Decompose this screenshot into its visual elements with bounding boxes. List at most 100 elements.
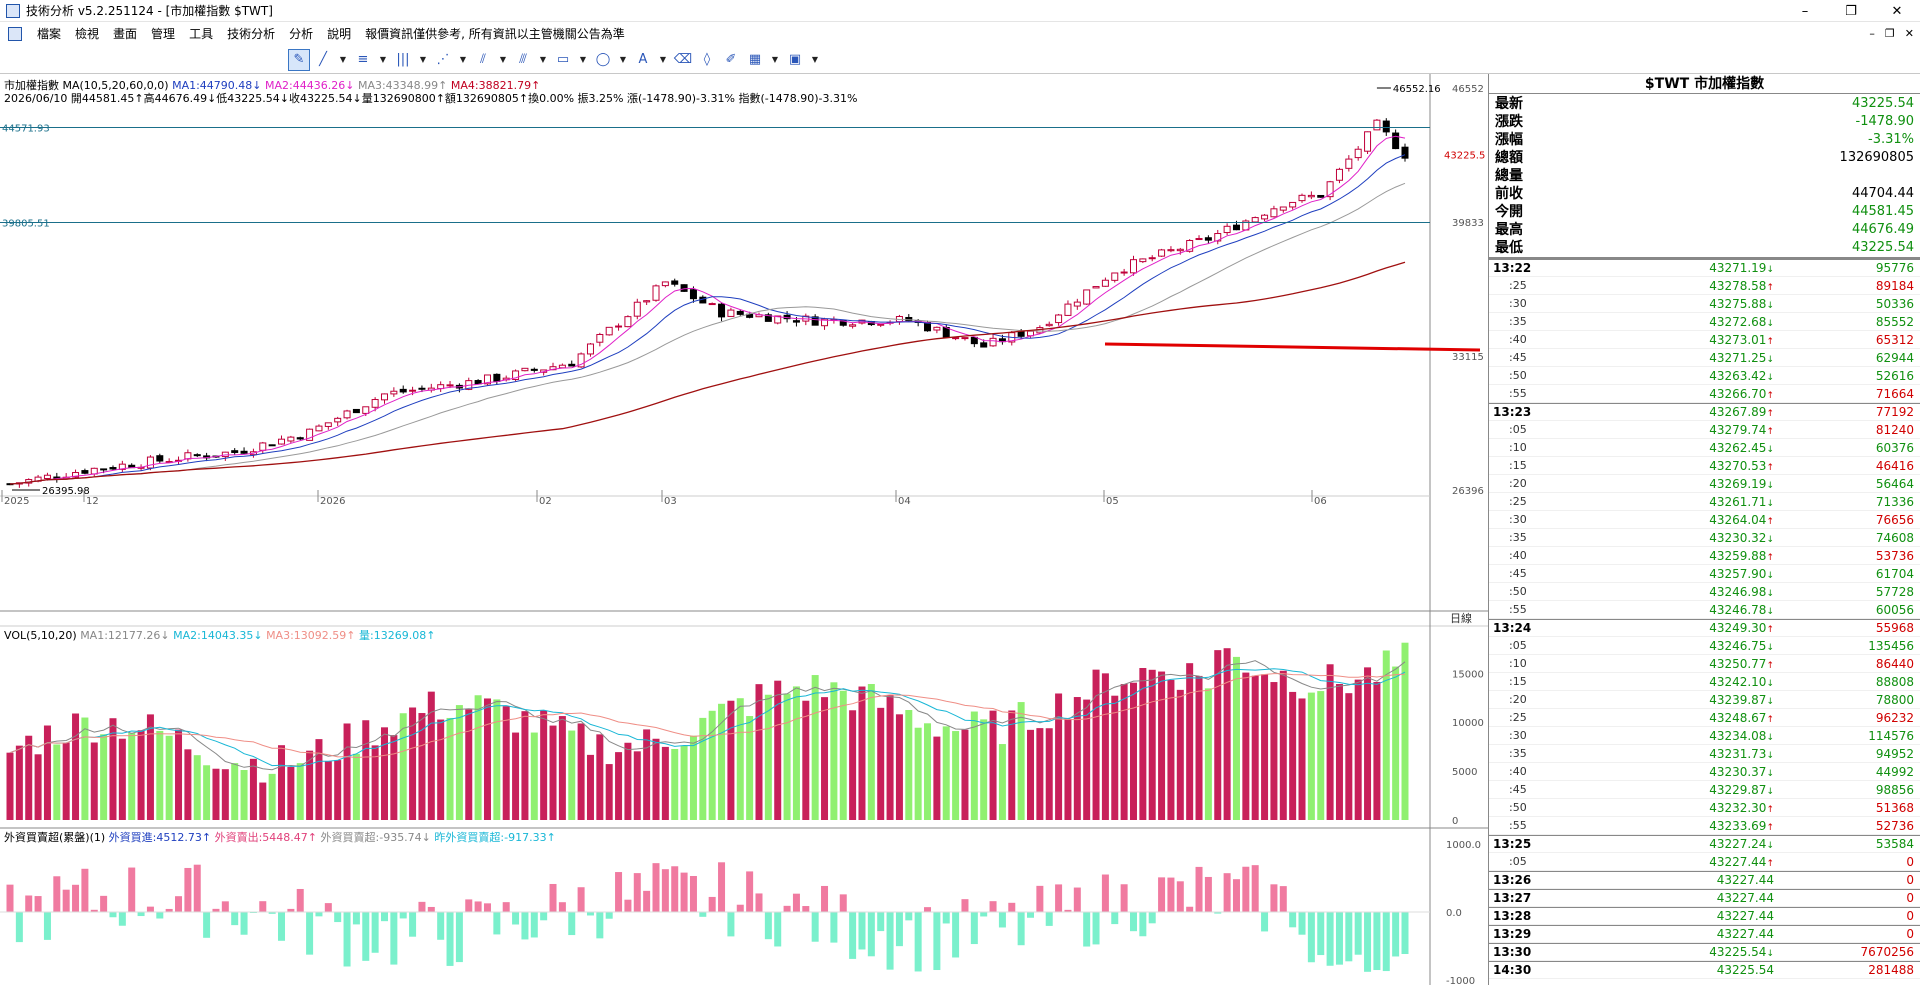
tick-row[interactable]: :50 43263.42↓ 52616 <box>1489 367 1920 385</box>
foreign-bar <box>409 912 417 937</box>
tick-row[interactable]: 13:22 43271.19↓ 95776 <box>1489 259 1920 277</box>
tick-time: :05 <box>1509 639 1527 652</box>
save-icon[interactable]: ▣ <box>784 49 806 71</box>
tick-row[interactable]: :50 43246.98↓ 57728 <box>1489 583 1920 601</box>
tick-row[interactable]: :05 43279.74↑ 81240 <box>1489 421 1920 439</box>
tick-row[interactable]: :45 43229.87↓ 98856 <box>1489 781 1920 799</box>
foreign-bar <box>1242 866 1250 912</box>
menu-tools[interactable]: 工具 <box>182 22 220 46</box>
foreign-bar <box>137 912 145 917</box>
tick-arrow: ↓ <box>1766 786 1774 797</box>
tick-row[interactable]: :30 43264.04↑ 76656 <box>1489 511 1920 529</box>
channel-icon[interactable]: ⫽ <box>472 49 494 71</box>
tick-row[interactable]: 13:24 43249.30↑ 55968 <box>1489 619 1920 637</box>
volume-bar <box>680 745 688 820</box>
rect-dropdown-icon[interactable]: ▼ <box>576 49 590 71</box>
menu-help[interactable]: 說明 <box>320 22 358 46</box>
tick-row[interactable]: :20 43269.19↓ 56464 <box>1489 475 1920 493</box>
mdi-close-button[interactable]: ✕ <box>1905 22 1914 46</box>
mdi-restore-button[interactable]: ❐ <box>1885 22 1895 46</box>
mdi-icon[interactable] <box>8 27 22 41</box>
mdi-minimize-button[interactable]: – <box>1869 22 1875 46</box>
line-dropdown-icon[interactable]: ▼ <box>336 49 350 71</box>
foreign-bar <box>746 871 754 912</box>
chart-area[interactable]: 44571.93 39805.51 46552 39833 33115 26396 4322… <box>0 74 1488 987</box>
maximize-button[interactable]: ❐ <box>1828 0 1874 22</box>
tick-row[interactable]: :30 43234.08↓ 114576 <box>1489 727 1920 745</box>
color-dropdown-icon[interactable]: ▼ <box>768 49 782 71</box>
tick-row[interactable]: :35 43272.68↓ 85552 <box>1489 313 1920 331</box>
color-palette-icon[interactable]: ▦ <box>744 49 766 71</box>
tick-row[interactable]: :40 43230.37↓ 44992 <box>1489 763 1920 781</box>
tick-row[interactable]: :50 43232.30↑ 51368 <box>1489 799 1920 817</box>
tick-time: :45 <box>1509 567 1527 580</box>
close-button[interactable]: ✕ <box>1874 0 1920 22</box>
rectangle-icon[interactable]: ▭ <box>552 49 574 71</box>
text-dropdown-icon[interactable]: ▼ <box>656 49 670 71</box>
tick-row[interactable]: :55 43233.69↑ 52736 <box>1489 817 1920 835</box>
tick-row[interactable]: :20 43239.87↓ 78800 <box>1489 691 1920 709</box>
tick-row[interactable]: 13:26 43227.44 0 <box>1489 871 1920 889</box>
candle-body <box>952 337 960 340</box>
tick-row[interactable]: 13:25 43227.24↓ 53584 <box>1489 835 1920 853</box>
tick-row[interactable]: :10 43262.45↓ 60376 <box>1489 439 1920 457</box>
tick-row[interactable]: :45 43257.90↓ 61704 <box>1489 565 1920 583</box>
volume-bar <box>483 698 491 820</box>
cursor-draw-icon[interactable]: ✎ <box>288 48 310 71</box>
volume-bar <box>1017 702 1025 820</box>
menu-screen[interactable]: 畫面 <box>106 22 144 46</box>
tick-row[interactable]: :10 43250.77↑ 86440 <box>1489 655 1920 673</box>
parallel-icon[interactable]: ⫻ <box>512 49 534 71</box>
tick-row[interactable]: :35 43231.73↓ 94952 <box>1489 745 1920 763</box>
tick-row[interactable]: 13:23 43267.89↑ 77192 <box>1489 403 1920 421</box>
tick-row[interactable]: :40 43259.88↑ 53736 <box>1489 547 1920 565</box>
edit-icon[interactable]: ✐ <box>720 49 742 71</box>
trend-icon[interactable]: ≡ <box>352 49 374 71</box>
tick-row[interactable]: 14:30 43225.54 281488 <box>1489 961 1920 979</box>
channel-dropdown-icon[interactable]: ▼ <box>496 49 510 71</box>
grid-dropdown-icon[interactable]: ▼ <box>416 49 430 71</box>
tick-row[interactable]: :15 43270.53↑ 46416 <box>1489 457 1920 475</box>
tick-list[interactable]: 13:22 43271.19↓ 95776:25 43278.58↑ 89184:30 4… <box>1489 259 1920 979</box>
tick-row[interactable]: :15 43242.10↓ 88808 <box>1489 673 1920 691</box>
tick-row[interactable]: :55 43246.78↓ 60056 <box>1489 601 1920 619</box>
menu-analysis[interactable]: 分析 <box>282 22 320 46</box>
fan-icon[interactable]: ⋰ <box>432 49 454 71</box>
tick-row[interactable]: :35 43230.32↓ 74608 <box>1489 529 1920 547</box>
menu-technical[interactable]: 技術分析 <box>220 22 282 46</box>
ellipse-dropdown-icon[interactable]: ▼ <box>616 49 630 71</box>
tick-row[interactable]: :55 43266.70↑ 71664 <box>1489 385 1920 403</box>
parallel-dropdown-icon[interactable]: ▼ <box>536 49 550 71</box>
tick-row[interactable]: 13:30 43225.54↓ 7670256 <box>1489 943 1920 961</box>
tick-row[interactable]: :30 43275.88↓ 50336 <box>1489 295 1920 313</box>
menu-file[interactable]: 檔案 <box>30 22 68 46</box>
line-icon[interactable]: ╱ <box>312 49 334 71</box>
menu-manage[interactable]: 管理 <box>144 22 182 46</box>
tick-row[interactable]: :05 43246.75↓ 135456 <box>1489 637 1920 655</box>
minimize-button[interactable]: – <box>1782 0 1828 22</box>
fan-dropdown-icon[interactable]: ▼ <box>456 49 470 71</box>
grid-lines-icon[interactable]: ||| <box>392 49 414 71</box>
tick-price-value: 43246.98 <box>1709 584 1767 599</box>
tick-row[interactable]: 13:28 43227.44 0 <box>1489 907 1920 925</box>
tick-arrow: ↓ <box>1766 642 1774 653</box>
tick-price: 43232.30↑ <box>1549 801 1774 815</box>
foreign-bar <box>1158 877 1166 912</box>
tick-row[interactable]: :25 43278.58↑ 89184 <box>1489 277 1920 295</box>
tick-row[interactable]: 13:27 43227.44 0 <box>1489 889 1920 907</box>
text-icon[interactable]: A <box>632 49 654 71</box>
save-dropdown-icon[interactable]: ▼ <box>808 49 822 71</box>
menu-view[interactable]: 檢視 <box>68 22 106 46</box>
tick-row[interactable]: :45 43271.25↓ 62944 <box>1489 349 1920 367</box>
tick-row[interactable]: :40 43273.01↑ 65312 <box>1489 331 1920 349</box>
erase-icon[interactable]: ⌫ <box>672 49 694 71</box>
trend-dropdown-icon[interactable]: ▼ <box>376 49 390 71</box>
ellipse-icon[interactable]: ◯ <box>592 49 614 71</box>
tick-row[interactable]: :05 43227.44↑ 0 <box>1489 853 1920 871</box>
foreign-bar <box>839 894 847 912</box>
chart-canvas[interactable]: 44571.93 39805.51 46552 39833 33115 26396 4322… <box>0 74 1488 987</box>
tick-row[interactable]: 13:29 43227.44 0 <box>1489 925 1920 943</box>
tick-row[interactable]: :25 43248.67↑ 96232 <box>1489 709 1920 727</box>
tick-row[interactable]: :25 43261.71↓ 71336 <box>1489 493 1920 511</box>
eraser-icon[interactable]: ◊ <box>696 49 718 71</box>
